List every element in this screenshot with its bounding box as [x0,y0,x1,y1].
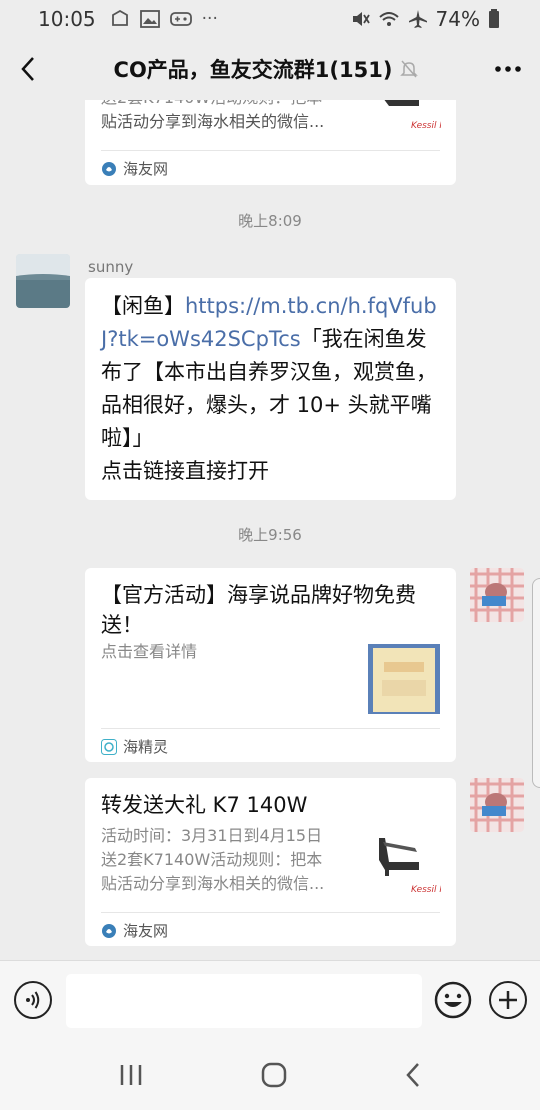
more-options-button[interactable] [476,38,540,100]
home-icon[interactable] [260,1061,288,1089]
avatar-self[interactable] [470,778,524,832]
card-desc-line2: 贴活动分享到海水相关的微信... [101,112,325,131]
card-desc: 点击查看详情 [101,642,198,661]
promo-card-k7[interactable]: 转发送大礼 K7 140W 活动时间：3月31日到4月15日 送2套K7140W… [85,778,456,946]
muted-bell-icon [400,60,419,78]
more-notifications-icon: ··· [201,9,218,29]
wifi-icon [378,12,399,26]
haiyou-logo-icon [102,923,116,938]
message-action: 点击链接直接打开 [101,459,269,483]
link-card[interactable]: 送2套K7140W活动规则：把本 贴活动分享到海水相关的微信... Kessil… [85,100,456,185]
scrollbar-thumb[interactable] [532,578,540,788]
chat-header: CO产品，鱼友交流群1(151) [0,38,540,100]
recent-apps-icon[interactable] [118,1063,144,1087]
chat-messages[interactable]: 送2套K7140W活动规则：把本 贴活动分享到海水相关的微信... Kessil… [0,100,540,960]
card-source: 海友网 [101,920,168,941]
avatar-sunny[interactable] [16,254,70,308]
card-source-label: 海友网 [123,922,169,940]
back-button[interactable] [0,38,56,100]
card-desc-line1: 送2套K7140W活动规则：把本 [101,100,361,110]
card-source-label: 海友网 [123,160,169,178]
lamp-thumbnail: Kessil NP [375,838,452,898]
mute-icon [352,12,370,26]
card-title: 【官方活动】海享说品牌好物免费送！ [101,583,416,637]
lamp-thumbnail: Kessil NP [375,100,452,136]
back-nav-icon[interactable] [404,1062,422,1088]
emoji-button[interactable] [434,981,472,1019]
game-icon [169,12,192,26]
card-desc-line3: 贴活动分享到海水相关的微信... [101,874,325,893]
chat-title: CO产品，鱼友交流群1(151) [56,54,476,84]
sender-name: sunny [88,258,134,276]
battery-percent: 74% [435,7,480,31]
timestamp: 晚上8:09 [238,212,302,230]
lamp-brand-text: Kessil NP [411,885,441,895]
emoji-icon [434,981,472,1019]
card-desc-line2: 送2套K7140W活动规则：把本 [101,850,323,869]
input-bar [0,960,540,1040]
image-icon [139,10,160,28]
promo-thumbnail [368,644,440,714]
more-icon [495,66,521,72]
lamp-brand-text: Kessil NP [411,121,441,131]
more-actions-button[interactable] [489,981,527,1019]
voice-icon [26,991,40,1009]
status-right: 74% [350,7,500,31]
message-prefix: 【闲鱼】 [101,294,185,318]
card-source: 海友网 [101,158,168,179]
message-bubble[interactable]: 【闲鱼】https://m.tb.cn/h.fqVfubJ?tk=oWs42SC… [85,278,456,500]
back-arrow-icon [21,57,34,81]
card-source: 海精灵 [101,736,168,757]
message-input[interactable] [66,974,422,1028]
system-nav-bar [0,1040,540,1110]
promo-card[interactable]: 【官方活动】海享说品牌好物免费送！ 点击查看详情 海精灵 [85,568,456,762]
battery-icon [489,9,499,28]
status-bar: 10:05 ··· 74% [0,0,540,38]
plus-icon [499,991,517,1009]
card-source-label: 海精灵 [123,738,169,756]
card-title: 转发送大礼 K7 140W [101,793,308,817]
timestamp: 晚上9:56 [238,526,302,544]
voice-button[interactable] [14,981,52,1019]
avatar-self[interactable] [470,568,524,622]
status-time: 10:05 [38,7,96,31]
haijingling-logo-icon [101,738,117,755]
dropbox-icon [111,10,128,26]
notification-icons: ··· [110,9,218,29]
haiyou-logo-icon [102,161,116,176]
card-desc-line1: 活动时间：3月31日到4月15日 [101,826,323,845]
airplane-icon [408,10,427,28]
chat-title-text: CO产品，鱼友交流群1(151) [113,58,393,82]
